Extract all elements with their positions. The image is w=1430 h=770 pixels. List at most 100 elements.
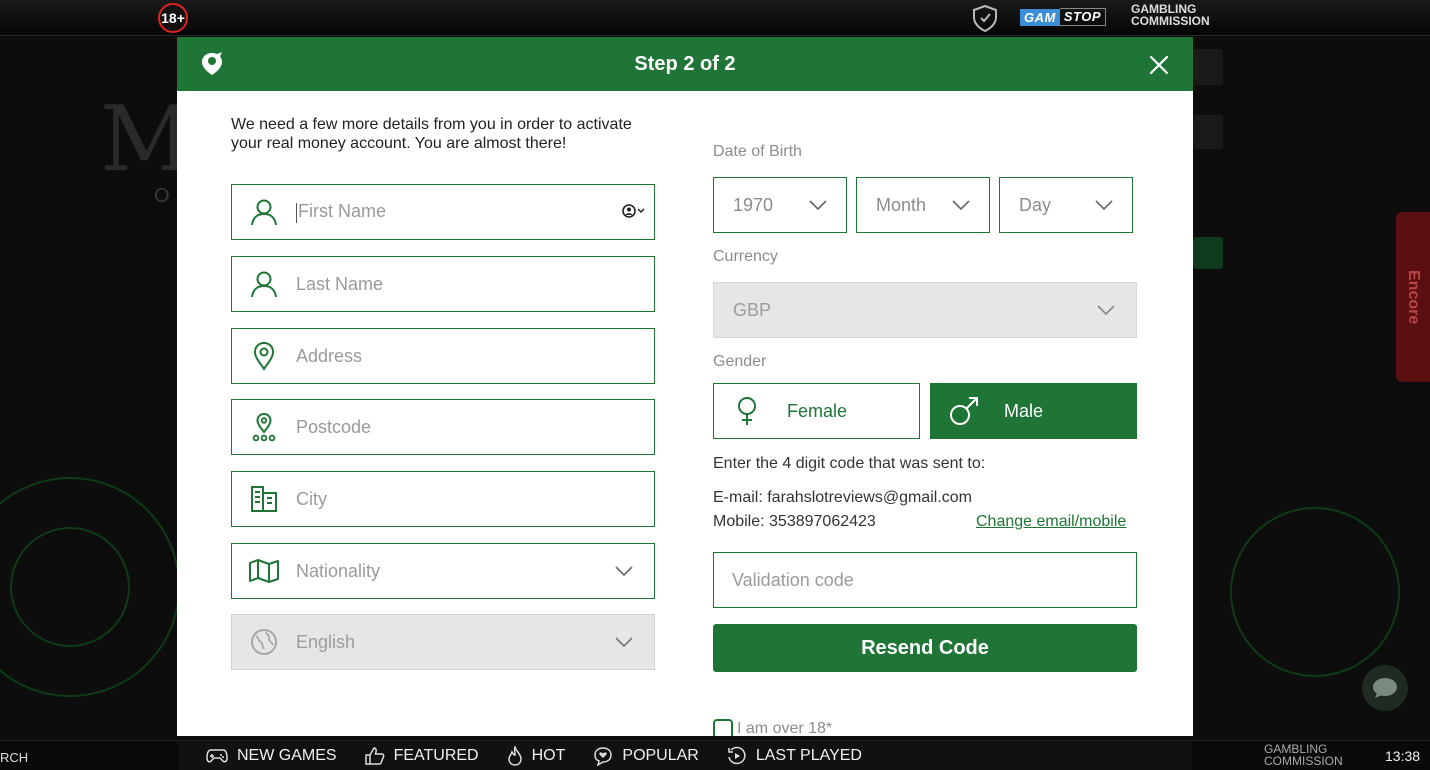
gambling-commission-line2: COMMISSION <box>1131 14 1210 28</box>
chat-button[interactable] <box>1362 665 1408 711</box>
resend-code-button[interactable]: Resend Code <box>713 624 1137 672</box>
modal-title: Step 2 of 2 <box>634 52 736 75</box>
birth-month-value: Month <box>876 194 927 215</box>
gambling-commission-footer-logo[interactable]: GAMBLING COMMISSION <box>1264 743 1343 767</box>
currency-label: Currency <box>713 248 778 265</box>
age-restriction-badge: 18+ <box>158 3 188 33</box>
chip-decoration-right <box>1230 507 1400 677</box>
thumbs-up-icon <box>364 747 384 765</box>
gambling-commission-logo[interactable]: GAMBLING COMMISSION <box>1131 3 1210 27</box>
top-bar: 18+ GAM STOP GAMBLING COMMISSION <box>0 0 1430 36</box>
mobile-line: Mobile: 353897062423 <box>713 513 876 530</box>
currency-value: GBP <box>733 299 772 320</box>
gender-female-button[interactable]: Female <box>713 383 920 439</box>
language-select: English <box>231 614 655 670</box>
modal-header: Step 2 of 2 <box>177 37 1193 91</box>
gender-male-button[interactable]: Male <box>930 383 1137 439</box>
globe-icon <box>232 628 296 656</box>
postcode-pin-icon <box>232 412 296 442</box>
postcode-placeholder: Postcode <box>296 416 372 437</box>
text-cursor <box>296 202 297 223</box>
user-icon <box>232 197 296 227</box>
address-field[interactable]: Address <box>231 328 655 384</box>
user-icon <box>232 269 296 299</box>
age-checkbox[interactable] <box>713 719 733 736</box>
encore-tab-label: Encore <box>1405 269 1422 325</box>
registration-modal: Step 2 of 2 We need a few more details f… <box>177 37 1193 736</box>
nav-featured[interactable]: FEATURED <box>364 747 479 765</box>
city-placeholder: City <box>296 488 327 509</box>
autofill-contact-icon[interactable] <box>622 204 646 218</box>
nav-new-games[interactable]: NEW GAMES <box>206 747 337 765</box>
male-symbol-icon <box>931 395 997 427</box>
nav-label: NEW GAMES <box>237 747 337 764</box>
birth-day-select[interactable]: Day <box>999 177 1133 233</box>
postcode-field[interactable]: Postcode <box>231 399 655 455</box>
encore-side-tab[interactable]: Encore <box>1396 212 1430 382</box>
nav-last-played[interactable]: LAST PLAYED <box>727 746 862 766</box>
intro-text: We need a few more details from you in o… <box>231 116 632 152</box>
nav-label: FEATURED <box>393 747 479 764</box>
shield-icon <box>973 4 997 33</box>
nav-popular[interactable]: POPULAR <box>593 746 699 766</box>
close-icon[interactable] <box>1147 53 1171 77</box>
gamstop-stop-text: STOP <box>1059 8 1107 26</box>
location-pin-icon <box>232 341 296 371</box>
first-name-placeholder: First Name <box>298 201 387 222</box>
chevron-down-icon <box>1097 305 1115 316</box>
gender-male-label: Male <box>1004 400 1044 421</box>
birth-year-select[interactable]: 1970 <box>713 177 847 233</box>
building-icon <box>232 484 296 514</box>
validation-code-placeholder: Validation code <box>732 569 854 590</box>
chip-decoration-inner <box>10 527 130 647</box>
gamstop-gam-text: GAM <box>1020 8 1060 26</box>
birth-day-value: Day <box>1019 194 1052 215</box>
gamepad-icon <box>206 749 228 763</box>
chat-icon <box>1373 678 1397 698</box>
chevron-down-icon <box>594 565 654 577</box>
age-checkbox-label: I am over 18* <box>737 720 833 736</box>
nav-label: HOT <box>531 747 566 764</box>
nationality-placeholder: Nationality <box>296 560 381 581</box>
nationality-select[interactable]: Nationality <box>231 543 655 599</box>
background-button <box>1193 49 1223 85</box>
nav-label: LAST PLAYED <box>755 747 862 764</box>
chevron-down-icon <box>1095 200 1113 211</box>
email-line: E-mail: farahslotreviews@gmail.com <box>713 489 972 506</box>
birth-month-select[interactable]: Month <box>856 177 990 233</box>
gender-label: Gender <box>713 353 767 370</box>
last-name-placeholder: Last Name <box>296 273 384 294</box>
chevron-down-icon <box>594 636 654 648</box>
validation-code-input[interactable]: Validation code <box>713 552 1137 608</box>
first-name-field[interactable]: First Name <box>231 184 655 240</box>
flame-icon <box>507 746 522 766</box>
brand-logo-icon <box>202 52 222 75</box>
gambling-commission-line2: COMMISSION <box>1264 754 1343 768</box>
nav-label: POPULAR <box>622 747 699 764</box>
city-field[interactable]: City <box>231 471 655 527</box>
date-of-birth-label: Date of Birth <box>713 143 802 160</box>
bottom-bar: RCH NEW GAMES FEATURED HOT POPULAR LAST … <box>0 740 1430 770</box>
code-instruction: Enter the 4 digit code that was sent to: <box>713 455 986 472</box>
background-ring-fragment: O <box>154 185 170 207</box>
map-icon <box>232 558 296 584</box>
chevron-down-icon <box>952 200 970 211</box>
address-placeholder: Address <box>296 345 363 366</box>
last-name-field[interactable]: Last Name <box>231 256 655 312</box>
background-button <box>1193 115 1223 149</box>
currency-select: GBP <box>713 282 1137 338</box>
female-symbol-icon <box>714 396 780 426</box>
history-play-icon <box>728 746 746 765</box>
clock: 13:38 <box>1385 748 1421 764</box>
change-email-mobile-link[interactable]: Change email/mobile <box>976 513 1126 531</box>
language-value: English <box>296 631 356 652</box>
birth-year-value: 1970 <box>733 194 774 215</box>
age-confirmation[interactable]: I am over 18* <box>713 719 832 736</box>
popular-chat-icon <box>594 747 613 766</box>
game-category-nav: NEW GAMES FEATURED HOT POPULAR LAST PLAY… <box>178 741 1192 770</box>
nav-hot[interactable]: HOT <box>507 746 566 766</box>
gender-female-label: Female <box>787 400 848 421</box>
chevron-down-icon <box>809 200 827 211</box>
gamstop-logo[interactable]: GAM STOP <box>1020 8 1107 26</box>
search-label-fragment[interactable]: RCH <box>0 750 28 765</box>
